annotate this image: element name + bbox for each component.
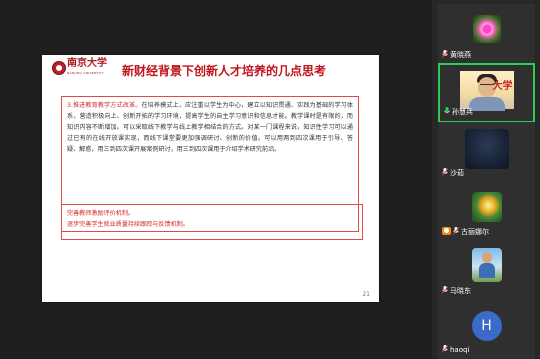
participant-name-label: haoqi: [442, 345, 471, 355]
reform-lead: 3.推进教育教学方式改革。: [67, 102, 142, 109]
reform-body: 在培养模式上，应注重以学生为中心，建立以知识贯通、实践为基础的学习体系，营造积极…: [67, 102, 353, 154]
university-seal-icon: [52, 61, 66, 75]
participant-avatar: [471, 248, 502, 282]
participant-tile-active-speaker[interactable]: 大学 孙慧兵: [438, 63, 535, 123]
participant-tile[interactable]: 黄晓燕: [438, 4, 535, 64]
slide-title: 新财经背景下创新人才培养的几点思考: [122, 64, 327, 78]
body-shape: [478, 263, 495, 278]
head-shape: [481, 252, 492, 263]
participant-avatar: [471, 192, 502, 222]
mic-muted-icon: [442, 286, 448, 294]
reform-paragraph: 3.推进教育教学方式改革。在培养模式上，应注重以学生为中心，建立以知识贯通、实践…: [67, 100, 353, 155]
mic-muted-icon: [453, 227, 459, 235]
participant-name: 孙慧兵: [452, 108, 473, 116]
glasses-shape: [479, 84, 494, 88]
participant-avatar: [464, 129, 509, 169]
mic-muted-icon: [442, 50, 448, 58]
participant-name-label: 沙茹: [442, 168, 466, 178]
participant-tile[interactable]: 沙茹: [438, 122, 535, 182]
participant-name: haoqi: [450, 346, 470, 354]
background-logo-icon: 大学: [492, 81, 513, 92]
shared-screen-area: 南京大学 NANJING UNIVERSITY 新财经背景下创新人才培养的几点思…: [0, 0, 432, 358]
participant-video: 大学: [459, 71, 514, 111]
participant-tile[interactable]: 马晓东: [438, 240, 535, 300]
participant-gallery: 黄晓燕 大学 孙慧兵 沙茹 古丽娜尔 马晓东 H haoqi: [432, 0, 540, 359]
participant-name-label: 黄晓燕: [442, 50, 473, 60]
mic-muted-icon: [442, 345, 448, 353]
content-box-mechanisms: 完善教师激励评价机制。 逐步完善学生就业质量持续跟踪与反馈机制。: [61, 204, 363, 240]
participant-avatar: [472, 15, 501, 43]
participant-name-label: 孙慧兵: [444, 107, 475, 117]
mechanism-line-2: 逐步完善学生就业质量持续跟踪与反馈机制。: [67, 221, 189, 228]
mic-muted-icon: [442, 168, 448, 176]
university-logo-subtitle: NANJING UNIVERSITY: [67, 71, 105, 75]
participant-tile[interactable]: H haoqi: [438, 299, 535, 359]
participant-tile[interactable]: 古丽娜尔: [438, 181, 535, 241]
mic-active-icon: [444, 107, 450, 113]
participant-name-label: 马晓东: [442, 286, 473, 296]
participant-name-label: 古丽娜尔: [442, 227, 491, 237]
host-badge-icon: [442, 227, 451, 235]
participant-name: 古丽娜尔: [461, 228, 489, 236]
participant-name: 黄晓燕: [450, 51, 471, 59]
slide-page-number: 21: [362, 291, 370, 298]
participant-name: 沙茹: [450, 169, 464, 177]
presentation-slide: 南京大学 NANJING UNIVERSITY 新财经背景下创新人才培养的几点思…: [42, 55, 379, 302]
participant-name: 马晓东: [450, 287, 471, 295]
slide-header: 南京大学 NANJING UNIVERSITY 新财经背景下创新人才培养的几点思…: [42, 55, 379, 81]
participant-initial-avatar: H: [471, 311, 502, 341]
university-logo-text: 南京大学: [67, 58, 107, 69]
mechanism-line-1: 完善教师激励评价机制。: [67, 210, 135, 217]
